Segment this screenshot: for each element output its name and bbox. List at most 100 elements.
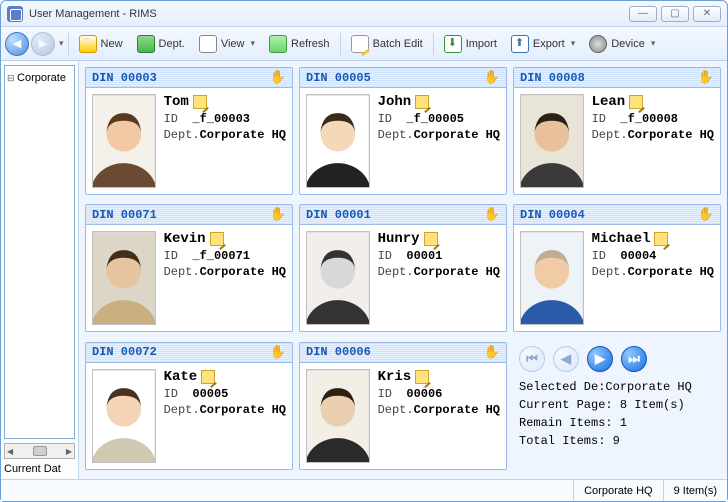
user-dept: Corporate HQ <box>200 128 286 142</box>
export-button[interactable]: Export ▾ <box>505 32 581 56</box>
main-panel: DIN 00003 ✋ Tom ID _f_00003 Dept.Corpora… <box>79 61 727 479</box>
user-dept: Corporate HQ <box>414 128 500 142</box>
edit-icon[interactable] <box>193 95 207 109</box>
user-card-grid: DIN 00003 ✋ Tom ID _f_00003 Dept.Corpora… <box>85 67 721 473</box>
chevron-down-icon: ▾ <box>571 38 576 49</box>
import-icon <box>444 35 462 53</box>
avatar <box>92 231 156 325</box>
refresh-button[interactable]: Refresh <box>263 32 336 56</box>
card-din: DIN 00004 <box>520 208 585 222</box>
tree-hscrollbar[interactable]: ◀▶ <box>4 443 75 459</box>
edit-icon[interactable] <box>654 232 668 246</box>
user-new-icon <box>79 35 97 53</box>
pager-stats: Selected De:Corporate HQ Current Page: 8… <box>519 378 715 450</box>
user-card[interactable]: DIN 00071 ✋ Kevin ID _f_00071 Dept.Corpo… <box>85 204 293 332</box>
user-dept: Corporate HQ <box>200 403 286 417</box>
device-button[interactable]: Device ▾ <box>583 32 661 56</box>
user-name: Lean <box>592 94 626 110</box>
titlebar: User Management - RIMS — ▢ ✕ <box>1 1 727 27</box>
hand-icon[interactable]: ✋ <box>484 345 500 360</box>
user-dept: Corporate HQ <box>200 265 286 279</box>
user-card[interactable]: DIN 00001 ✋ Hunry ID 00001 Dept.Corporat… <box>299 204 507 332</box>
avatar <box>92 94 156 188</box>
hand-icon[interactable]: ✋ <box>484 207 500 222</box>
user-dept: Corporate HQ <box>628 128 714 142</box>
user-name: Tom <box>164 94 189 110</box>
sidebar: Corporate ◀▶ Current Dat <box>1 61 79 479</box>
user-card[interactable]: DIN 00072 ✋ Kate ID 00005 Dept.Corporate… <box>85 342 293 470</box>
edit-icon[interactable] <box>201 370 215 384</box>
close-button[interactable]: ✕ <box>693 6 721 22</box>
user-card[interactable]: DIN 00005 ✋ John ID _f_00005 Dept.Corpor… <box>299 67 507 195</box>
gear-icon <box>589 35 607 53</box>
status-dept: Corporate HQ <box>573 480 662 501</box>
avatar <box>92 369 156 463</box>
page-first-button[interactable]: ⏮ <box>519 346 545 372</box>
nav-forward-button[interactable]: ▶ <box>31 32 55 56</box>
card-header: DIN 00072 ✋ <box>86 343 292 363</box>
refresh-icon <box>269 35 287 53</box>
pager-panel: ⏮ ◀ ▶ ⏭ Selected De:Corporate HQ Current… <box>513 342 721 473</box>
page-prev-button[interactable]: ◀ <box>553 346 579 372</box>
edit-icon[interactable] <box>210 232 224 246</box>
user-name: Michael <box>592 231 651 247</box>
dept-tree[interactable]: Corporate <box>4 65 75 439</box>
app-icon <box>7 6 23 22</box>
nav-back-button[interactable]: ◀ <box>5 32 29 56</box>
hand-icon[interactable]: ✋ <box>484 70 500 85</box>
new-button[interactable]: New <box>73 32 129 56</box>
hand-icon[interactable]: ✋ <box>270 70 286 85</box>
user-card[interactable]: DIN 00003 ✋ Tom ID _f_00003 Dept.Corpora… <box>85 67 293 195</box>
card-din: DIN 00071 <box>92 208 157 222</box>
edit-icon[interactable] <box>629 95 643 109</box>
avatar <box>306 94 370 188</box>
card-header: DIN 00003 ✋ <box>86 68 292 88</box>
dept-button[interactable]: Dept. <box>131 32 191 56</box>
user-id: 00006 <box>406 387 442 401</box>
avatar <box>306 369 370 463</box>
card-din: DIN 00005 <box>306 71 371 85</box>
edit-icon[interactable] <box>424 232 438 246</box>
window-title: User Management - RIMS <box>29 8 625 20</box>
card-din: DIN 00072 <box>92 345 157 359</box>
minimize-button[interactable]: — <box>629 6 657 22</box>
toolbar-separator <box>68 33 69 55</box>
view-button[interactable]: View ▾ <box>193 32 261 56</box>
card-din: DIN 00001 <box>306 208 371 222</box>
card-din: DIN 00008 <box>520 71 585 85</box>
tree-root-item[interactable]: Corporate <box>7 70 72 86</box>
page-last-button[interactable]: ⏭ <box>621 346 647 372</box>
user-card[interactable]: DIN 00006 ✋ Kris ID 00006 Dept.Corporate… <box>299 342 507 470</box>
current-data-label: Current Dat <box>1 459 78 479</box>
user-name: Hunry <box>378 231 420 247</box>
chevron-down-icon: ▾ <box>651 38 656 49</box>
hand-icon[interactable]: ✋ <box>270 207 286 222</box>
view-icon <box>199 35 217 53</box>
edit-icon[interactable] <box>415 370 429 384</box>
card-header: DIN 00005 ✋ <box>300 68 506 88</box>
dept-icon <box>137 35 155 53</box>
chevron-down-icon: ▾ <box>251 38 256 49</box>
user-name: Kate <box>164 369 198 385</box>
user-card[interactable]: DIN 00004 ✋ Michael ID 00004 Dept.Corpor… <box>513 204 721 332</box>
hand-icon[interactable]: ✋ <box>698 70 714 85</box>
card-header: DIN 00071 ✋ <box>86 205 292 225</box>
avatar <box>306 231 370 325</box>
user-id: _f_00008 <box>620 112 678 126</box>
avatar <box>520 94 584 188</box>
statusbar: Corporate HQ 9 Item(s) <box>1 479 727 501</box>
status-count: 9 Item(s) <box>663 480 727 501</box>
user-id: _f_00005 <box>406 112 464 126</box>
user-card[interactable]: DIN 00008 ✋ Lean ID _f_00008 Dept.Corpor… <box>513 67 721 195</box>
edit-icon[interactable] <box>415 95 429 109</box>
page-next-button[interactable]: ▶ <box>587 346 613 372</box>
batch-edit-button[interactable]: Batch Edit <box>345 32 429 56</box>
export-icon <box>511 35 529 53</box>
maximize-button[interactable]: ▢ <box>661 6 689 22</box>
user-id: _f_00003 <box>192 112 250 126</box>
avatar <box>520 231 584 325</box>
nav-history-dropdown[interactable]: ▾ <box>59 38 64 49</box>
hand-icon[interactable]: ✋ <box>698 207 714 222</box>
hand-icon[interactable]: ✋ <box>270 345 286 360</box>
import-button[interactable]: Import <box>438 32 503 56</box>
